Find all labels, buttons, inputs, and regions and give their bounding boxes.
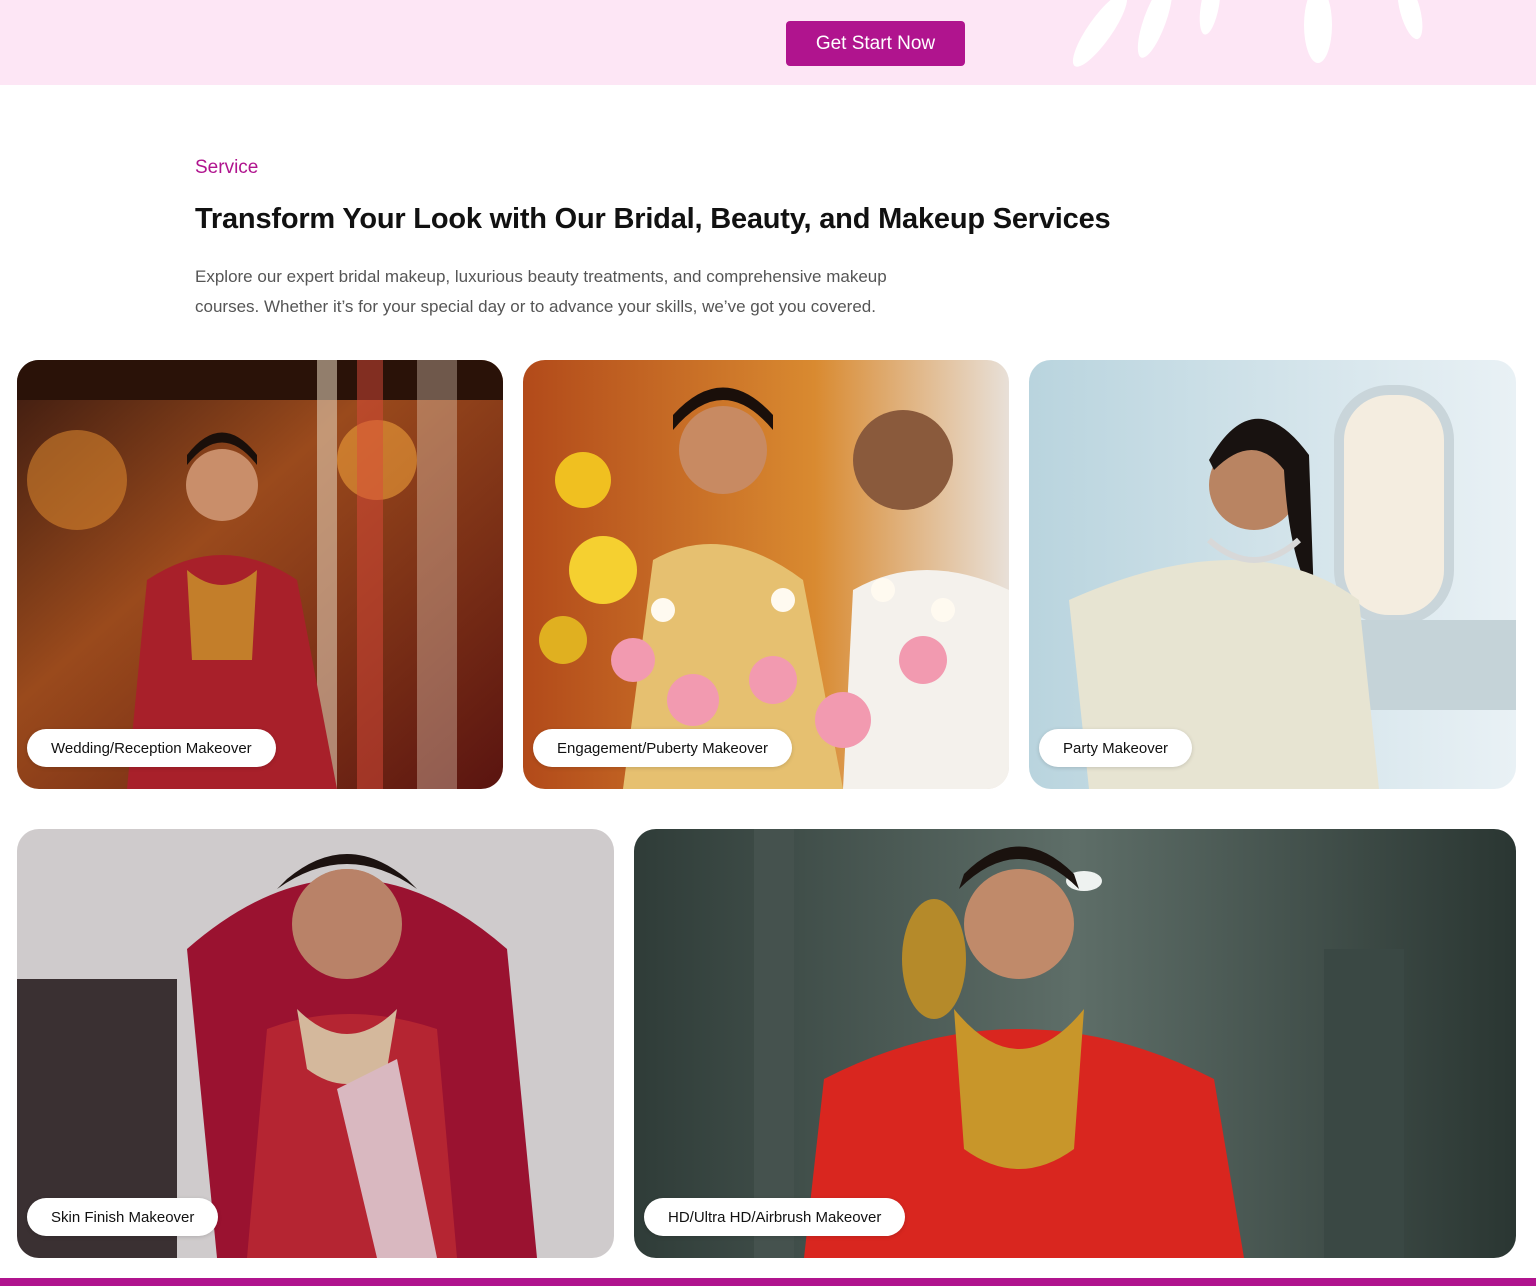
card-label: Skin Finish Makeover [27, 1198, 219, 1236]
card-label: Engagement/Puberty Makeover [533, 729, 792, 767]
skin-finish-bride-photo [17, 829, 614, 1258]
service-card-skin-finish[interactable]: Skin Finish Makeover [17, 829, 614, 1258]
section-description: Explore our expert bridal makeup, luxuri… [195, 267, 887, 316]
hero-band: Get Start Now [0, 0, 1536, 85]
section-eyebrow: Service [195, 157, 259, 178]
service-card-party[interactable]: Party Makeover [1029, 360, 1516, 789]
card-label: Party Makeover [1039, 729, 1193, 767]
service-card-hd-airbrush[interactable]: HD/Ultra HD/Airbrush Makeover [634, 829, 1516, 1258]
hd-airbrush-bride-photo [634, 829, 1516, 1258]
section-title: Transform Your Look with Our Bridal, Bea… [195, 203, 1111, 235]
card-label: HD/Ultra HD/Airbrush Makeover [644, 1198, 906, 1236]
footer-accent-bar [0, 1278, 1536, 1286]
decorative-petals [1072, 0, 1423, 67]
bride-wedding-photo [17, 360, 503, 789]
card-label: Wedding/Reception Makeover [27, 729, 276, 767]
service-card-engagement[interactable]: Engagement/Puberty Makeover [523, 360, 1009, 789]
party-makeover-photo [1029, 360, 1516, 789]
get-started-button[interactable]: Get Start Now [786, 21, 965, 66]
service-card-wedding[interactable]: Wedding/Reception Makeover [17, 360, 503, 789]
engagement-couple-photo [523, 360, 1009, 789]
